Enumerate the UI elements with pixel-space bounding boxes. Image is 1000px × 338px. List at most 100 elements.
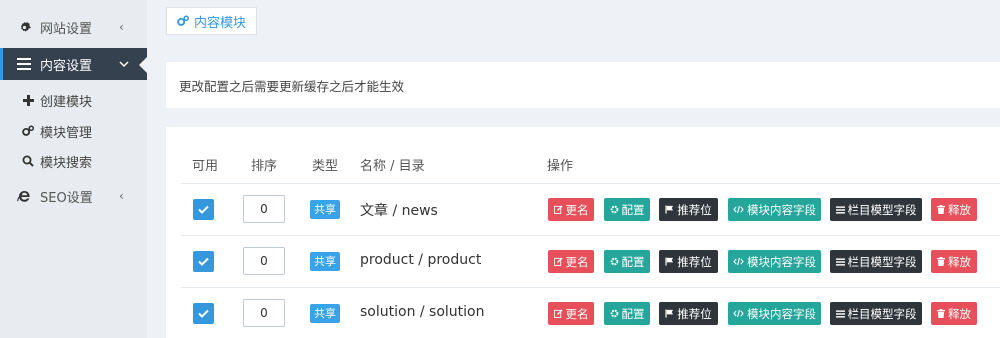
action-label: 模块内容字段 — [747, 306, 816, 321]
order-input[interactable]: 0 — [243, 195, 285, 223]
flag-icon — [665, 309, 674, 318]
action-button-flag[interactable]: 推荐位 — [659, 250, 718, 273]
sidebar-subitem-module-search[interactable]: 模块搜索 — [0, 146, 147, 176]
module-name: 文章 / news — [360, 203, 438, 219]
table-row: 0 共享 文章 / news 更名 配置 推荐位 模块内容字段 栏目模型字段 释放 — [166, 184, 1000, 236]
table-row: 0 共享 solution / solution 更名 配置 推荐位 模块内容字段 栏目模型字… — [166, 288, 1000, 338]
plus-icon — [22, 94, 34, 106]
column-header-name: 名称 / 目录 — [360, 159, 425, 174]
code-icon — [733, 205, 744, 214]
column-header-actions: 操作 — [547, 159, 574, 174]
action-button-trash[interactable]: 释放 — [931, 302, 977, 325]
list-icon — [835, 309, 845, 318]
action-label: 栏目模型字段 — [847, 202, 917, 217]
chevron-left-icon: ‹ — [119, 20, 124, 34]
search-icon — [22, 155, 34, 167]
sidebar-item-label: 网站设置 — [40, 21, 93, 37]
enabled-checkbox[interactable] — [193, 303, 214, 324]
action-label: 配置 — [621, 254, 645, 269]
table-row: 0 共享 product / product 更名 配置 推荐位 模块内容字段 栏目模型字段 释… — [166, 236, 1000, 288]
sidebar-subitem-label: 模块搜索 — [40, 155, 93, 171]
sidebar-subitem-label: 模块管理 — [40, 125, 93, 141]
tab-content-module[interactable]: 内容模块 — [166, 7, 258, 35]
trash-icon — [937, 205, 945, 214]
module-table: 可用 排序 类型 名称 / 目录 操作 0 共享 文章 / news 更名 配置 推荐位模… — [166, 127, 1000, 338]
action-label: 推荐位 — [677, 306, 712, 321]
sidebar-item-seo-settings[interactable]: SEO设置 ‹ — [0, 180, 147, 212]
trash-icon — [937, 309, 945, 318]
action-label: 配置 — [621, 306, 645, 321]
action-label: 释放 — [948, 202, 971, 217]
action-label: 模块内容字段 — [747, 202, 816, 217]
action-button-trash[interactable]: 释放 — [931, 250, 977, 273]
type-badge: 共享 — [310, 252, 340, 271]
action-button-code[interactable]: 模块内容字段 — [728, 198, 821, 221]
enabled-checkbox[interactable] — [193, 199, 214, 220]
chevron-down-icon — [119, 57, 129, 71]
column-header-type: 类型 — [312, 159, 339, 174]
action-button-list[interactable]: 栏目模型字段 — [830, 198, 922, 221]
action-button-code[interactable]: 模块内容字段 — [728, 302, 821, 325]
sidebar-subitem-label: 创建模块 — [40, 94, 93, 110]
action-button-list[interactable]: 栏目模型字段 — [830, 250, 922, 273]
cogs-icon — [22, 125, 34, 137]
action-button-gear[interactable]: 配置 — [604, 302, 650, 325]
gear-icon — [17, 20, 31, 34]
active-indicator — [139, 57, 147, 73]
action-button-edit[interactable]: 更名 — [548, 302, 594, 325]
action-label: 配置 — [621, 202, 645, 217]
action-button-edit[interactable]: 更名 — [548, 250, 594, 273]
gear-icon — [610, 257, 619, 266]
order-input[interactable]: 0 — [243, 299, 285, 327]
cogs-icon — [177, 15, 189, 27]
notice-text: 更改配置之后需要更新缓存之后才能生效 — [179, 78, 405, 94]
code-icon — [733, 257, 744, 266]
action-button-code[interactable]: 模块内容字段 — [728, 250, 821, 273]
module-name: product / product — [360, 252, 482, 268]
action-button-trash[interactable]: 释放 — [931, 198, 977, 221]
action-button-gear[interactable]: 配置 — [604, 198, 650, 221]
sidebar-item-label: 内容设置 — [40, 58, 93, 74]
action-button-flag[interactable]: 推荐位 — [659, 198, 718, 221]
check-icon — [198, 257, 209, 266]
gear-icon — [610, 205, 619, 214]
list-icon — [835, 205, 845, 214]
list-icon — [835, 257, 845, 266]
flag-icon — [665, 257, 674, 266]
action-button-flag[interactable]: 推荐位 — [659, 302, 718, 325]
sidebar: 网站设置 ‹ 内容设置 创建模块 模块管理 模块搜索 SEO设置 ‹ — [0, 0, 147, 338]
enabled-checkbox[interactable] — [193, 251, 214, 272]
action-label: 更名 — [565, 254, 589, 269]
action-label: 推荐位 — [677, 202, 712, 217]
trash-icon — [937, 257, 945, 266]
tab-label: 内容模块 — [194, 15, 247, 31]
action-button-gear[interactable]: 配置 — [604, 250, 650, 273]
action-button-list[interactable]: 栏目模型字段 — [830, 302, 922, 325]
menu-icon — [17, 57, 31, 71]
edit-icon — [553, 205, 563, 214]
check-icon — [198, 205, 209, 214]
column-header-order: 排序 — [251, 159, 278, 174]
sidebar-item-site-settings[interactable]: 网站设置 ‹ — [0, 11, 147, 43]
column-header-enabled: 可用 — [192, 159, 219, 174]
action-label: 更名 — [565, 202, 589, 217]
module-name: solution / solution — [360, 304, 485, 320]
action-label: 栏目模型字段 — [847, 254, 917, 269]
sidebar-item-label: SEO设置 — [40, 190, 93, 206]
action-label: 更名 — [565, 306, 589, 321]
sidebar-subitem-create-module[interactable]: 创建模块 — [0, 85, 147, 115]
action-label: 推荐位 — [677, 254, 712, 269]
sidebar-subitem-module-manage[interactable]: 模块管理 — [0, 116, 147, 146]
chevron-left-icon: ‹ — [119, 189, 124, 203]
ie-icon — [17, 189, 31, 203]
code-icon — [733, 309, 744, 318]
action-label: 模块内容字段 — [747, 254, 816, 269]
action-label: 栏目模型字段 — [847, 306, 917, 321]
action-button-edit[interactable]: 更名 — [548, 198, 594, 221]
type-badge: 共享 — [310, 200, 340, 219]
sidebar-item-content-settings[interactable]: 内容设置 — [0, 48, 147, 80]
order-input[interactable]: 0 — [243, 247, 285, 275]
check-icon — [198, 309, 209, 318]
edit-icon — [553, 309, 563, 318]
action-label: 释放 — [948, 306, 971, 321]
